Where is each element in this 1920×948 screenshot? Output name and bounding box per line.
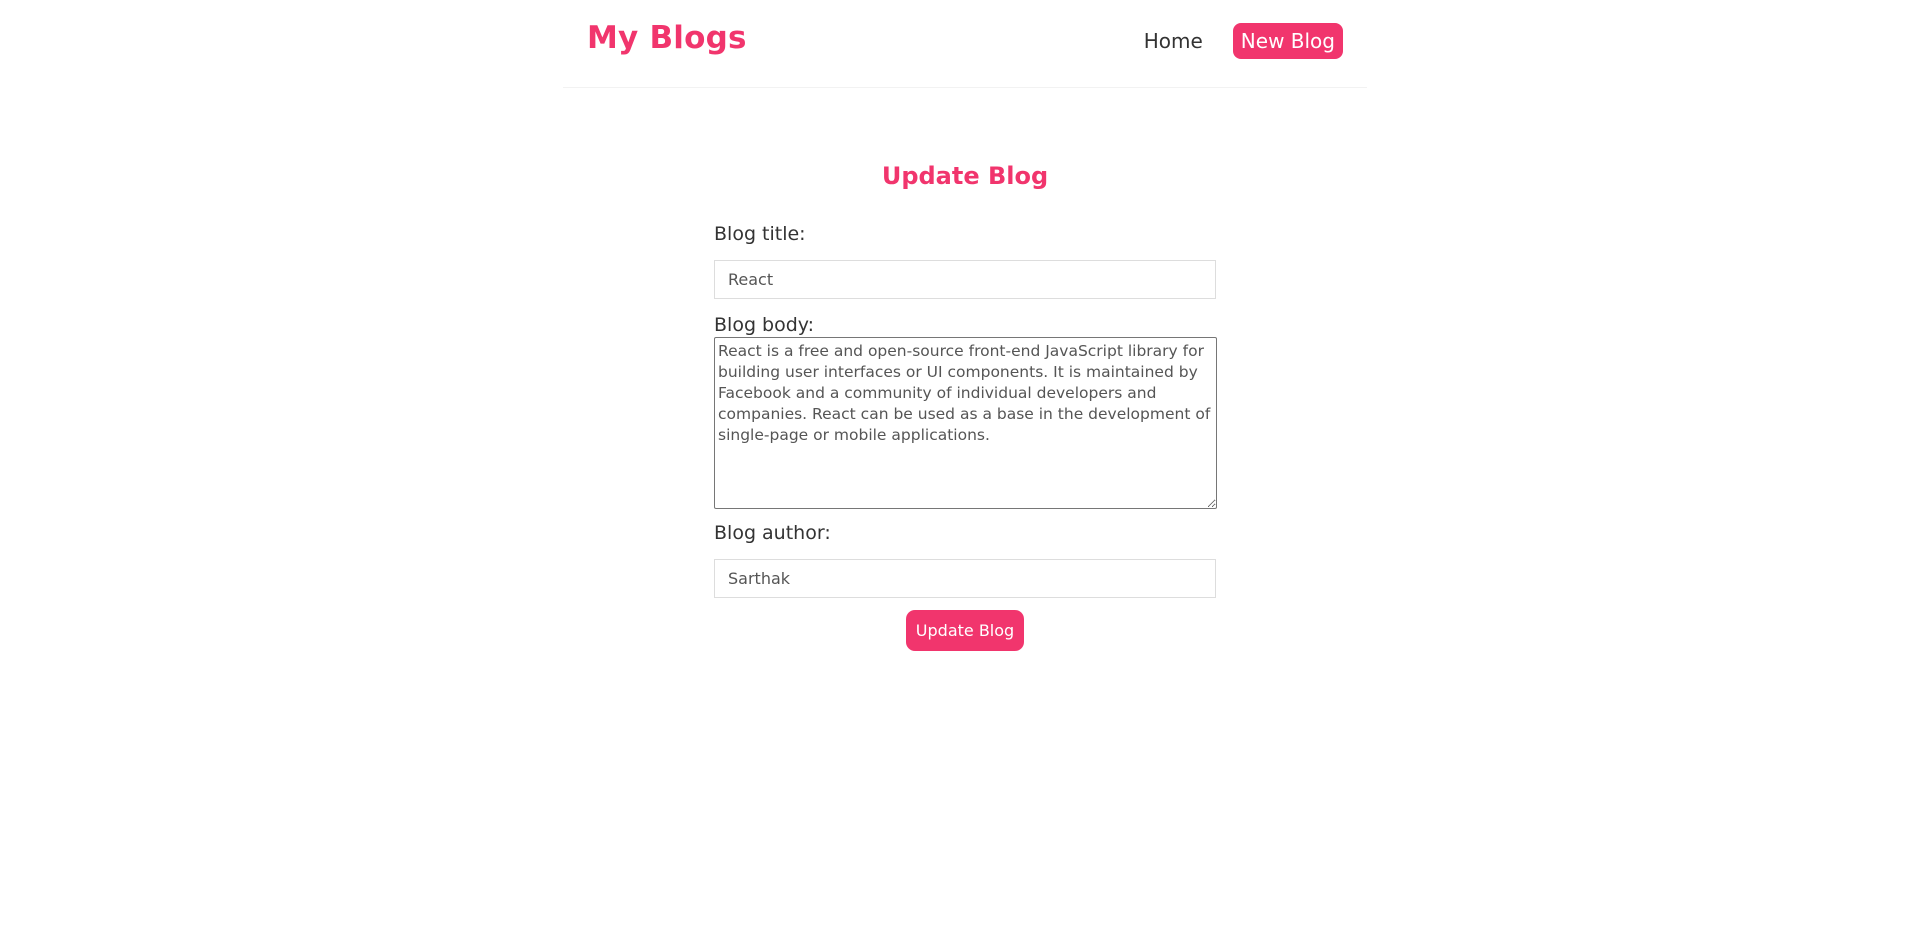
nav-link-home[interactable]: Home — [1138, 23, 1209, 59]
brand-title: My Blogs — [587, 20, 747, 56]
blog-title-input[interactable] — [714, 260, 1216, 299]
blog-body-textarea[interactable]: React is a free and open-source front-en… — [714, 337, 1217, 509]
update-blog-button[interactable]: Update Blog — [905, 610, 1025, 651]
blog-author-label: Blog author: — [714, 522, 831, 544]
update-blog-form-container: Update Blog Blog title: Blog body: React… — [714, 160, 1217, 651]
page-title: Update Blog — [881, 162, 1049, 190]
nav-links: Home New Blog — [1138, 23, 1343, 59]
navbar: My Blogs Home New Blog — [563, 0, 1367, 88]
blog-author-input[interactable] — [714, 559, 1216, 598]
new-blog-button[interactable]: New Blog — [1232, 23, 1343, 59]
blog-title-label: Blog title: — [714, 223, 806, 245]
blog-body-label: Blog body: — [714, 314, 815, 336]
submit-row: Update Blog — [714, 610, 1216, 651]
update-blog-form: Blog title: Blog body: React is a free a… — [714, 222, 1217, 651]
